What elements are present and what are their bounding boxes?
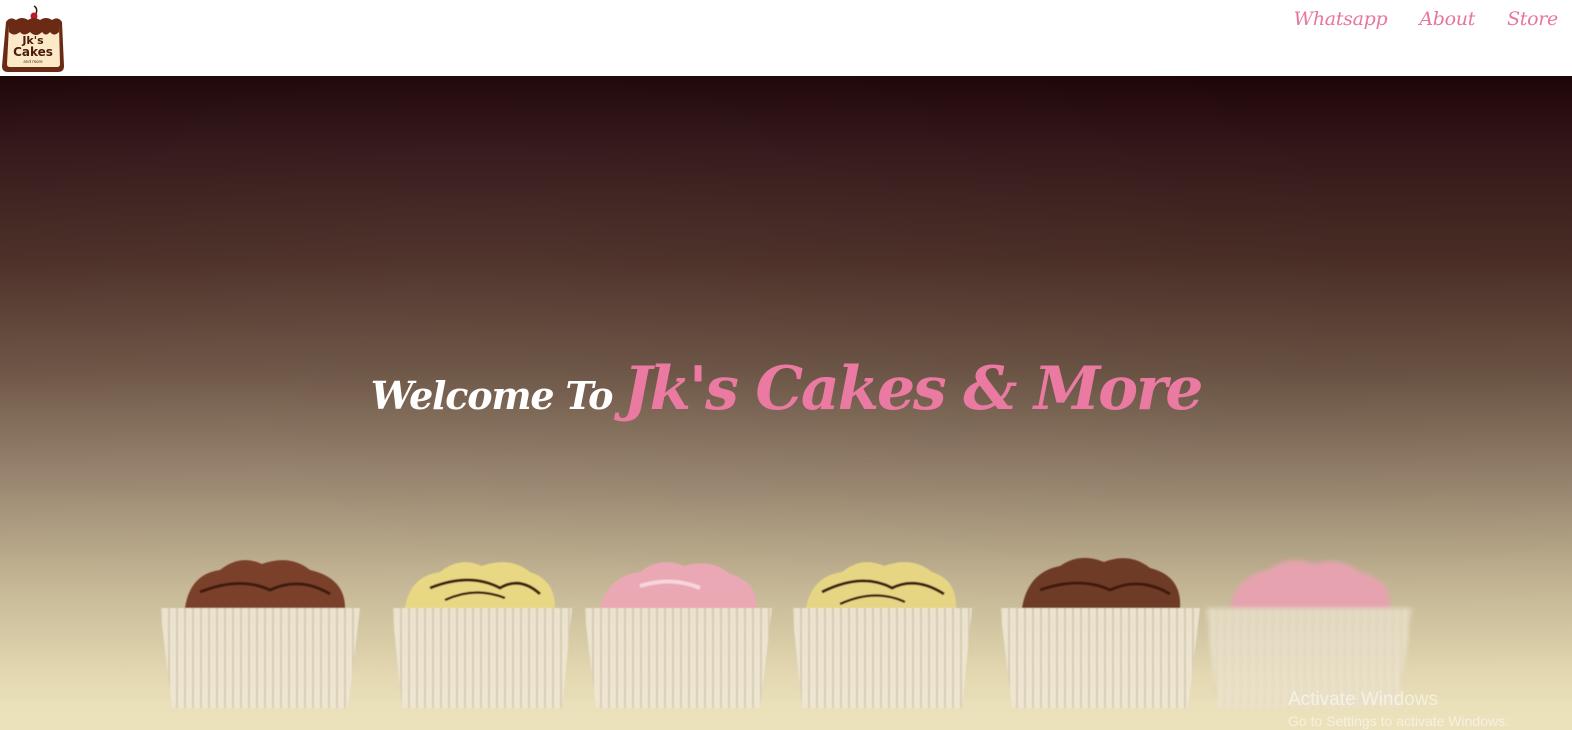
cupcake-chocolate-1 (160, 560, 360, 708)
hero-headline: Welcome To Jk's Cakes & More (0, 354, 1572, 424)
activate-windows-watermark: Activate Windows Go to Settings to activ… (1288, 689, 1509, 729)
hero-welcome-text: Welcome To (370, 373, 614, 418)
watermark-title: Activate Windows (1288, 689, 1438, 710)
cupcake-lemon-2 (792, 562, 972, 708)
cupcake-lemon-1 (392, 562, 572, 708)
logo-line3: and more (23, 59, 43, 64)
top-navbar: Jk's Cakes and more Whatsapp About Store (0, 0, 1572, 76)
cupcake-strawberry-1 (584, 562, 772, 708)
cupcake-chocolate-2 (1000, 557, 1200, 708)
nav-whatsapp-link[interactable]: Whatsapp (1294, 8, 1388, 30)
brand-logo[interactable]: Jk's Cakes and more (0, 4, 66, 72)
hero-brand-text: Jk's Cakes & More (623, 354, 1203, 424)
nav-about-link[interactable]: About (1419, 8, 1475, 30)
hero-banner: Welcome To Jk's Cakes & More Activate Wi… (0, 76, 1572, 730)
watermark-subtitle: Go to Settings to activate Windows. (1288, 713, 1509, 729)
nav-store-link[interactable]: Store (1507, 8, 1558, 30)
main-nav: Whatsapp About Store (1294, 8, 1559, 30)
cupcake-strawberry-2 (1206, 560, 1412, 708)
logo-line2: Cakes (13, 45, 53, 59)
